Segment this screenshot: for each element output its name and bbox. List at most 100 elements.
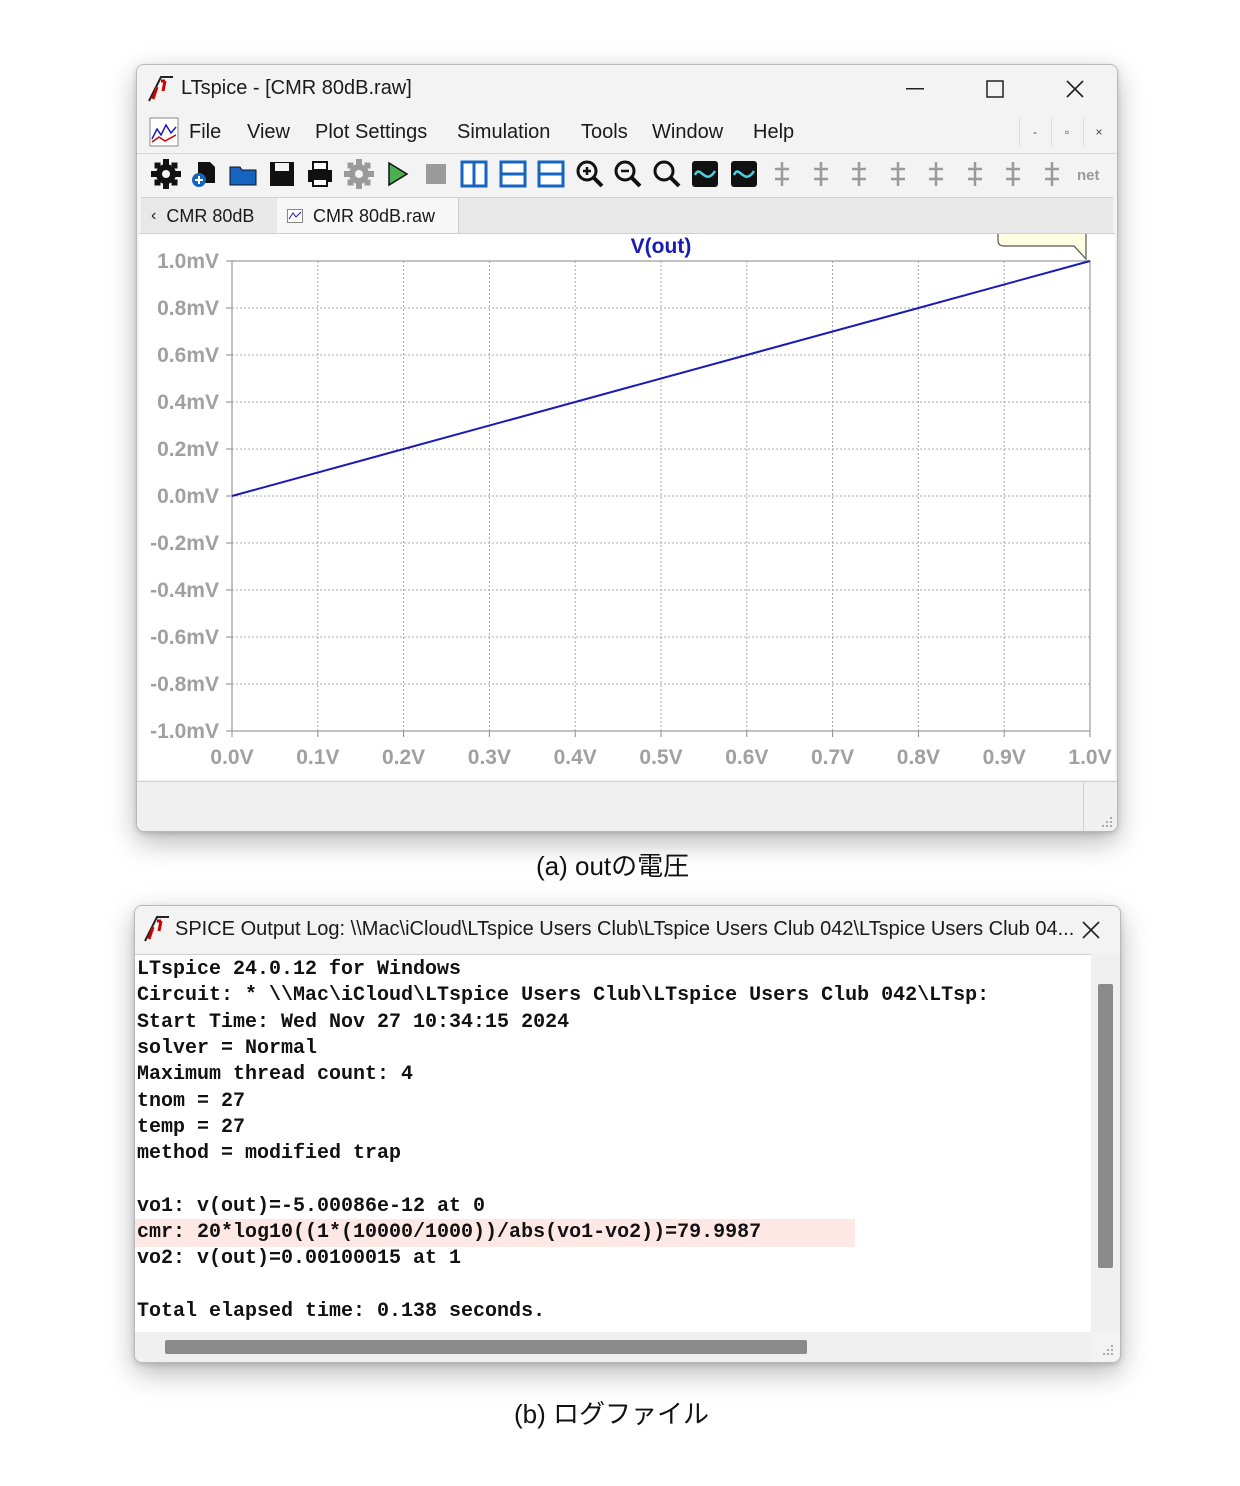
diode-down-icon[interactable] xyxy=(998,159,1028,189)
horizontal-scroll-thumb[interactable] xyxy=(165,1340,807,1354)
waveform-chart[interactable]: 0.0V 0.1V 0.2V 0.3V 0.4V 0.5V 0.6V 0.7V 0.8V 0.9V… xyxy=(139,185,1115,780)
log-line: vo1: v(out)=-5.00086e-12 at 0 xyxy=(137,1194,486,1218)
autorange-icon[interactable] xyxy=(690,159,720,189)
y-tick-label: 0.0mV xyxy=(157,485,219,508)
x-tick-label: 0.1V xyxy=(296,746,339,769)
waveform-icon xyxy=(287,209,303,223)
x-tick-label: 0.7V xyxy=(811,746,854,769)
y-tick-label: 0.6mV xyxy=(157,344,219,367)
menu-bar: File View Plot Settings Simulation Tools… xyxy=(137,115,1117,151)
log-line: LTspice 24.0.12 for Windows xyxy=(137,958,462,981)
window-title: LTspice - [CMR 80dB.raw] xyxy=(181,77,412,99)
x-tick-label: 0.5V xyxy=(639,746,682,769)
new-document-icon[interactable] xyxy=(190,159,220,189)
ltspice-logo-icon xyxy=(148,76,173,102)
close-button[interactable] xyxy=(1069,912,1113,948)
diode-icon[interactable] xyxy=(844,159,874,189)
settings-gear-icon[interactable] xyxy=(151,159,181,189)
resize-grip-icon[interactable] xyxy=(1100,1342,1114,1356)
title-bar[interactable]: SPICE Output Log: \\Mac\iCloud\LTspice U… xyxy=(135,906,1120,954)
maximize-button[interactable] xyxy=(973,71,1017,107)
horizontal-scrollbar[interactable] xyxy=(135,1332,1091,1362)
resize-grip-icon[interactable] xyxy=(1099,814,1113,828)
wire-icon[interactable] xyxy=(767,159,797,189)
zoom-in-icon[interactable] xyxy=(575,159,605,189)
title-bar[interactable]: LTspice - [CMR 80dB.raw] xyxy=(137,65,1117,113)
x-tick-label: 0.4V xyxy=(554,746,597,769)
log-line: Circuit: * \\Mac\iCloud\LTspice Users Cl… xyxy=(137,984,990,1008)
x-tick-label: 0.3V xyxy=(468,746,511,769)
run-icon[interactable] xyxy=(382,159,412,189)
log-line: vo2: v(out)=0.00100015 at 1 xyxy=(137,1247,462,1271)
status-divider xyxy=(1083,782,1084,831)
print-icon[interactable] xyxy=(305,159,335,189)
menu-help[interactable]: Help xyxy=(753,121,794,144)
y-tick-label: 1.0mV xyxy=(157,250,219,273)
log-line: method = modified trap xyxy=(137,1142,402,1166)
log-line: temp = 27 xyxy=(137,1115,246,1139)
fft-icon[interactable] xyxy=(729,159,759,189)
ground-icon[interactable] xyxy=(806,159,836,189)
x-tick-label: 1.0V xyxy=(1068,746,1111,769)
close-button[interactable] xyxy=(1053,71,1097,107)
ltspice-plot-window: LTspice - [CMR 80dB.raw] File View Plot … xyxy=(136,64,1118,832)
vertical-scrollbar[interactable] xyxy=(1091,954,1120,1332)
log-line: solver = Normal xyxy=(137,1036,318,1060)
x-tick-label: 0.6V xyxy=(725,746,768,769)
vertical-scroll-thumb[interactable] xyxy=(1098,984,1113,1268)
inductor-icon[interactable] xyxy=(960,159,990,189)
save-icon[interactable] xyxy=(267,159,297,189)
menu-window[interactable]: Window xyxy=(652,121,723,144)
y-tick-label: -0.8mV xyxy=(150,673,219,696)
y-tick-label: -0.6mV xyxy=(150,626,219,649)
y-tick-label: -1.0mV xyxy=(150,720,219,743)
tab-raw-file[interactable]: CMR 80dB.raw xyxy=(277,198,459,234)
tile-horizontal-icon[interactable] xyxy=(498,159,528,189)
tile-vertical-icon[interactable] xyxy=(459,159,489,189)
zoom-out-icon[interactable] xyxy=(613,159,643,189)
capacitor-icon[interactable] xyxy=(921,159,951,189)
spice-output-log-window: SPICE Output Log: \\Mac\iCloud\LTspice U… xyxy=(134,905,1121,1363)
cascade-icon[interactable] xyxy=(536,159,566,189)
resistor-icon[interactable] xyxy=(883,159,913,189)
svg-text:net: net xyxy=(1077,167,1100,184)
net-label-icon[interactable]: net xyxy=(1075,159,1105,189)
open-folder-icon[interactable] xyxy=(228,159,258,189)
toolbar: net xyxy=(137,153,1117,196)
schematic-icon: ‹ xyxy=(151,207,157,224)
caption-a: (a) outの電圧 xyxy=(536,851,690,881)
log-line: Maximum thread count: 4 xyxy=(137,1063,414,1087)
tab-label: CMR 80dB xyxy=(166,205,255,226)
y-tick-label: 0.4mV xyxy=(157,391,219,414)
caption-b: (b) ログファイル xyxy=(514,1399,710,1429)
mdi-restore-button[interactable]: ▫ xyxy=(1051,117,1082,147)
x-tick-label: 0.0V xyxy=(210,746,253,769)
log-line: cmr: 20*log10((1*(10000/1000))/abs(vo1-v… xyxy=(137,1221,762,1244)
y-tick-label: 0.8mV xyxy=(157,297,219,320)
stop-icon[interactable] xyxy=(421,159,451,189)
maximize-icon xyxy=(986,80,1004,98)
zoom-fit-icon[interactable] xyxy=(652,159,682,189)
y-tick-label: -0.2mV xyxy=(150,532,219,555)
plot-pane[interactable]: 0.0V 0.1V 0.2V 0.3V 0.4V 0.5V 0.6V 0.7V 0.8V 0.9V… xyxy=(139,185,1115,780)
waveform-doc-icon[interactable] xyxy=(149,117,179,147)
menu-file[interactable]: File xyxy=(189,121,221,144)
halt-gear-icon[interactable] xyxy=(343,159,374,189)
menu-view[interactable]: View xyxy=(247,121,290,144)
menu-tools[interactable]: Tools xyxy=(581,121,628,144)
menu-plot-settings[interactable]: Plot Settings xyxy=(315,121,427,144)
trace-title[interactable]: V(out) xyxy=(631,235,692,258)
close-icon xyxy=(1082,921,1100,939)
log-text-area[interactable]: LTspice 24.0.12 for Windows Circuit: * \\… xyxy=(135,954,1091,1333)
tab-label: CMR 80dB.raw xyxy=(313,205,436,226)
mdi-minimize-button[interactable]: - xyxy=(1019,117,1050,147)
mdi-close-button[interactable]: × xyxy=(1083,117,1114,147)
menu-simulation[interactable]: Simulation xyxy=(457,121,550,144)
component-icon[interactable] xyxy=(1037,159,1067,189)
x-tick-label: 0.9V xyxy=(983,746,1026,769)
series-line-vout[interactable] xyxy=(231,260,1091,497)
tab-schematic[interactable]: ‹ CMR 80dB xyxy=(141,198,277,234)
minimize-icon xyxy=(906,88,924,90)
x-tick-label: 0.2V xyxy=(382,746,425,769)
minimize-button[interactable] xyxy=(893,71,937,107)
